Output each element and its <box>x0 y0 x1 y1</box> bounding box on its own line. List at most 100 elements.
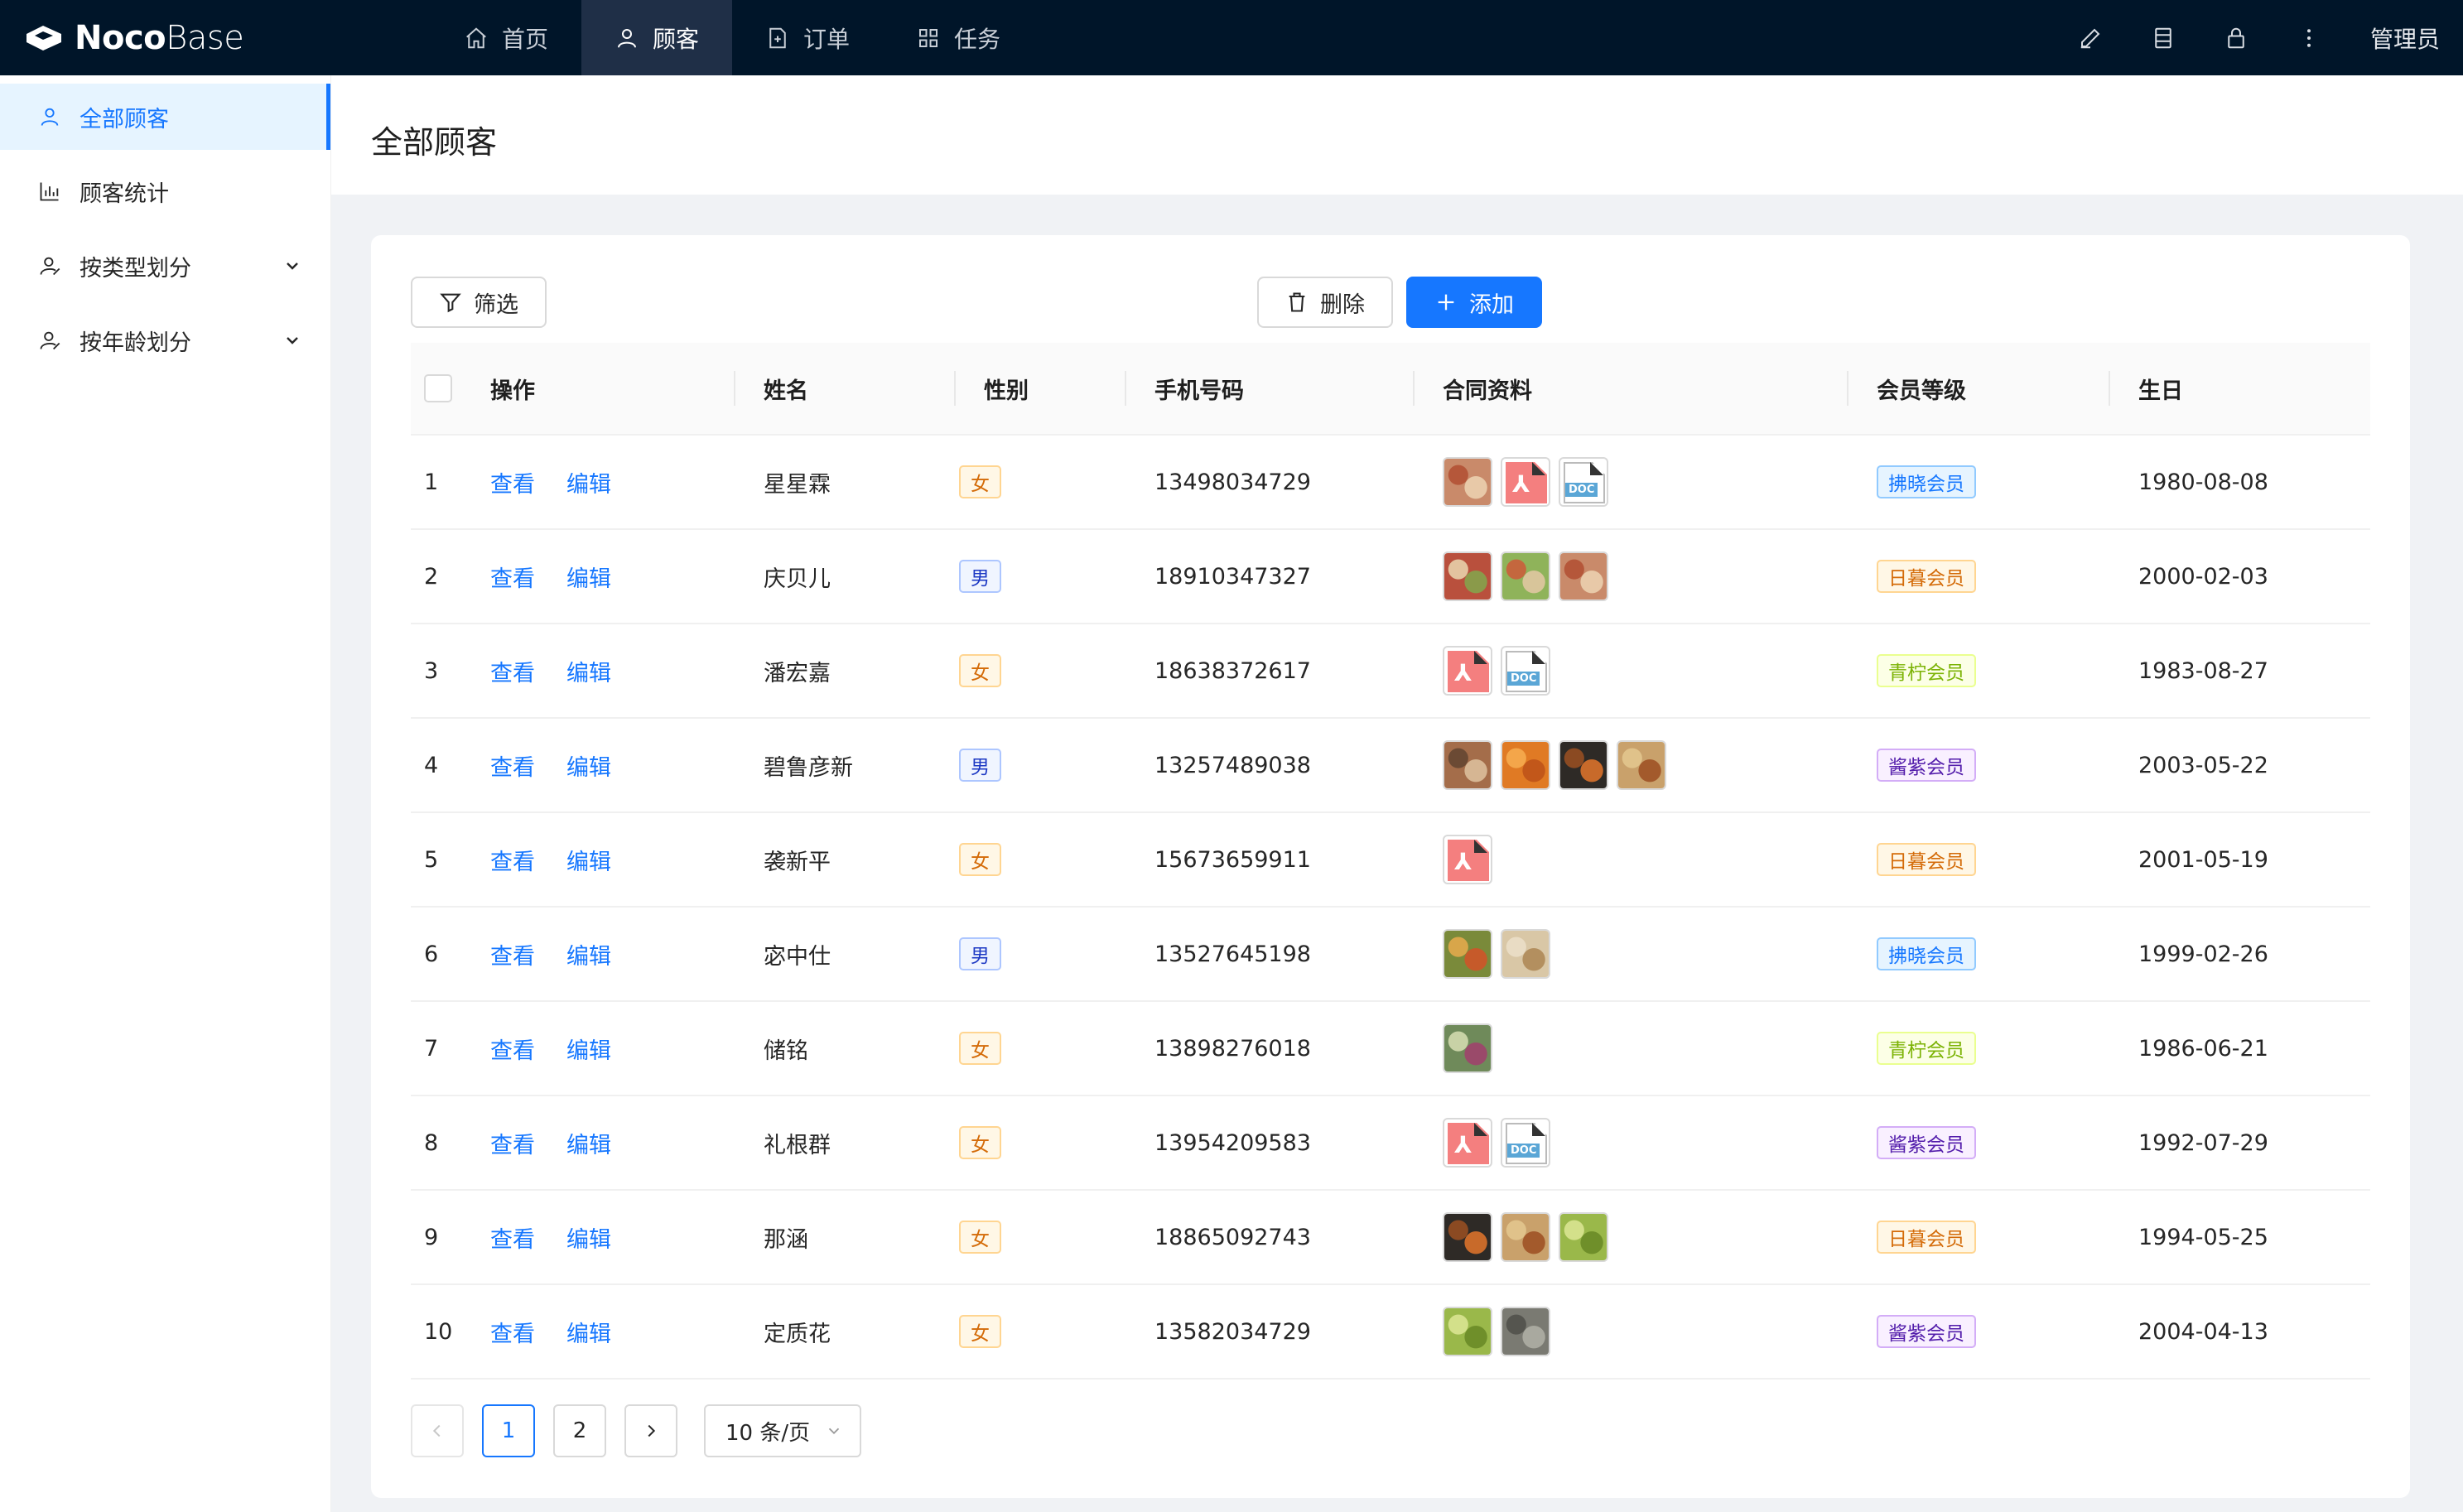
collections-button[interactable] <box>2127 0 2200 75</box>
table-header: 操作 姓名 性别 手机号码 合同资料 会员等级 生日 <box>411 343 2370 436</box>
cell-phone: 13582034729 <box>1154 1318 1311 1345</box>
doc-label-icon: DOC <box>1565 483 1598 497</box>
filter-button[interactable]: 筛选 <box>411 277 547 328</box>
image-file-thumbnail[interactable] <box>1559 551 1608 601</box>
image-file-thumbnail[interactable] <box>1443 457 1492 507</box>
more-button[interactable] <box>2273 0 2345 75</box>
column-header-contracts[interactable]: 合同资料 <box>1443 373 1532 405</box>
add-button[interactable]: 添加 <box>1406 277 1542 328</box>
logo[interactable]: NocoBase <box>0 0 248 75</box>
view-link[interactable]: 查看 <box>490 466 535 498</box>
pdf-file-thumbnail[interactable]: ⅄ <box>1443 646 1492 696</box>
gender-tag: 女 <box>959 654 1001 687</box>
edit-link[interactable]: 编辑 <box>566 749 611 782</box>
edit-link[interactable]: 编辑 <box>566 938 611 970</box>
view-link[interactable]: 查看 <box>490 1033 535 1065</box>
user-menu[interactable]: 管理员 <box>2345 22 2463 55</box>
customers-table: 操作 姓名 性别 手机号码 合同资料 会员等级 生日 1 查看 编辑 星星霖女 1349… <box>411 343 2370 1380</box>
cell-contract-files <box>1443 719 1675 811</box>
image-file-thumbnail[interactable] <box>1443 1023 1492 1073</box>
view-link[interactable]: 查看 <box>490 749 535 782</box>
column-header-birthday[interactable]: 生日 <box>2138 373 2183 405</box>
cell-name: 潘宏嘉 <box>764 660 831 686</box>
view-link[interactable]: 查看 <box>490 1316 535 1348</box>
member-level-tag: 酱紫会员 <box>1877 1126 1976 1159</box>
edit-link[interactable]: 编辑 <box>566 1316 611 1348</box>
doc-file-thumbnail[interactable]: DOC <box>1559 457 1608 507</box>
view-link[interactable]: 查看 <box>490 1221 535 1254</box>
view-link[interactable]: 查看 <box>490 938 535 970</box>
image-file-thumbnail[interactable] <box>1443 1212 1492 1262</box>
row-actions: 查看 编辑 <box>490 813 643 906</box>
nav-tasks[interactable]: 任务 <box>883 0 1034 75</box>
page-2-button[interactable]: 2 <box>553 1404 606 1457</box>
delete-button[interactable]: 删除 <box>1257 277 1393 328</box>
sidebar-item-all-customers[interactable]: 全部顾客 <box>0 84 330 150</box>
sidebar-item-customer-stats[interactable]: 顾客统计 <box>0 158 330 224</box>
ui-editor-button[interactable] <box>2054 0 2127 75</box>
row-index: 1 <box>424 469 439 495</box>
sidebar-item-by-age[interactable]: 按年龄划分 <box>0 307 330 373</box>
pdf-file-thumbnail[interactable]: ⅄ <box>1443 835 1492 884</box>
image-file-thumbnail[interactable] <box>1501 929 1550 979</box>
top-navbar: NocoBase 首页 顾客 订单 任务 管理员 <box>0 0 2463 75</box>
select-all-checkbox[interactable] <box>424 374 452 402</box>
sidebar-item-by-type[interactable]: 按类型划分 <box>0 233 330 299</box>
image-file-thumbnail[interactable] <box>1443 929 1492 979</box>
pdf-file-thumbnail[interactable]: ⅄ <box>1501 457 1550 507</box>
edit-link[interactable]: 编辑 <box>566 1033 611 1065</box>
doc-label-icon: DOC <box>1507 672 1540 686</box>
plus-icon <box>1438 294 1454 311</box>
column-header-phone[interactable]: 手机号码 <box>1154 373 1244 405</box>
table-row: 1 查看 编辑 星星霖 女 13498034729 ⅄ DOC 拂晓会员 1980-08-08 <box>411 436 2370 530</box>
image-file-thumbnail[interactable] <box>1559 740 1608 790</box>
column-header-gender[interactable]: 性别 <box>984 373 1029 405</box>
nav-orders[interactable]: 订单 <box>732 0 883 75</box>
pdf-file-thumbnail[interactable]: ⅄ <box>1443 1118 1492 1168</box>
table-row: 4 查看 编辑 碧鲁彦新 男 13257489038 酱紫会员 2003-05-22 <box>411 719 2370 813</box>
cell-phone: 15673659911 <box>1154 846 1311 873</box>
view-link[interactable]: 查看 <box>490 655 535 687</box>
edit-link[interactable]: 编辑 <box>566 655 611 687</box>
view-link[interactable]: 查看 <box>490 561 535 593</box>
nav-customers[interactable]: 顾客 <box>581 0 733 75</box>
page-1-button[interactable]: 1 <box>482 1404 535 1457</box>
cell-phone: 13498034729 <box>1154 469 1311 495</box>
cell-birthday: 1994-05-25 <box>2138 1224 2268 1250</box>
image-file-thumbnail[interactable] <box>1501 740 1550 790</box>
image-file-thumbnail[interactable] <box>1559 1212 1608 1262</box>
image-file-thumbnail[interactable] <box>1501 1212 1550 1262</box>
edit-link[interactable]: 编辑 <box>566 561 611 593</box>
image-file-thumbnail[interactable] <box>1501 1307 1550 1356</box>
cell-name: 星星霖 <box>764 471 831 498</box>
cell-phone: 18865092743 <box>1154 1224 1311 1250</box>
gender-tag: 男 <box>959 937 1001 970</box>
image-file-thumbnail[interactable] <box>1617 740 1666 790</box>
chevron-right-icon <box>648 1424 656 1437</box>
edit-link[interactable]: 编辑 <box>566 1221 611 1254</box>
gender-tag: 女 <box>959 1032 1001 1065</box>
prev-page-button[interactable] <box>411 1404 464 1457</box>
user-split-icon <box>40 257 60 276</box>
image-file-thumbnail[interactable] <box>1443 551 1492 601</box>
pagination: 1 2 10 条/页 <box>411 1404 861 1457</box>
acrobat-icon: ⅄ <box>1454 659 1472 686</box>
image-file-thumbnail[interactable] <box>1443 740 1492 790</box>
security-button[interactable] <box>2200 0 2273 75</box>
doc-file-thumbnail[interactable]: DOC <box>1501 646 1550 696</box>
cell-name: 袭新平 <box>764 849 831 875</box>
edit-link[interactable]: 编辑 <box>566 1127 611 1159</box>
row-index: 10 <box>424 1318 453 1345</box>
edit-link[interactable]: 编辑 <box>566 466 611 498</box>
view-link[interactable]: 查看 <box>490 1127 535 1159</box>
view-link[interactable]: 查看 <box>490 844 535 876</box>
column-header-level[interactable]: 会员等级 <box>1877 373 1966 405</box>
image-file-thumbnail[interactable] <box>1501 551 1550 601</box>
image-file-thumbnail[interactable] <box>1443 1307 1492 1356</box>
page-size-select[interactable]: 10 条/页 <box>704 1404 861 1457</box>
next-page-button[interactable] <box>624 1404 677 1457</box>
doc-file-thumbnail[interactable]: DOC <box>1501 1118 1550 1168</box>
nav-home[interactable]: 首页 <box>431 0 581 75</box>
edit-link[interactable]: 编辑 <box>566 844 611 876</box>
column-header-name[interactable]: 姓名 <box>764 373 808 405</box>
